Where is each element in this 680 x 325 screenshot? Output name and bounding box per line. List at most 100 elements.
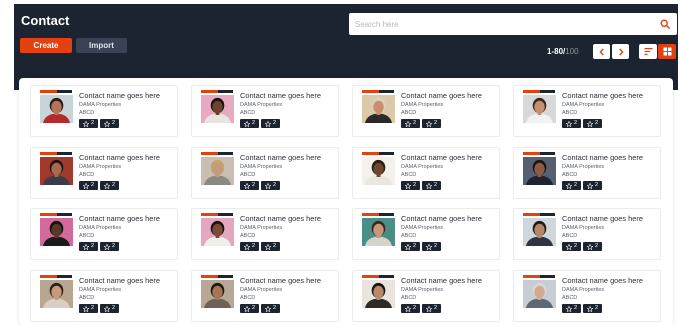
contact-name[interactable]: Contact name goes here: [401, 214, 482, 223]
contact-name[interactable]: Contact name goes here: [79, 153, 160, 162]
contact-avatar[interactable]: [362, 280, 395, 308]
contact-name[interactable]: Contact name goes here: [79, 91, 160, 100]
favorite-badge[interactable]: 2: [583, 119, 602, 128]
contact-name[interactable]: Contact name goes here: [79, 276, 160, 285]
contact-card[interactable]: Contact name goes here DAMA Properties ABC…: [352, 85, 500, 137]
rating-badge[interactable]: 2: [240, 181, 259, 190]
contact-name[interactable]: Contact name goes here: [562, 153, 643, 162]
contact-avatar[interactable]: [40, 218, 73, 246]
favorite-badge[interactable]: 2: [100, 119, 119, 128]
rating-badge[interactable]: 2: [401, 119, 420, 128]
grid-view-button[interactable]: [658, 44, 676, 59]
search-icon[interactable]: [660, 19, 670, 29]
favorite-count: 2: [272, 243, 277, 249]
favorite-count: 2: [594, 243, 599, 249]
contact-card[interactable]: Contact name goes here DAMA Properties ABC…: [513, 147, 661, 199]
favorite-badge[interactable]: 2: [261, 119, 280, 128]
contact-company: DAMA Properties: [401, 287, 444, 293]
favorite-badge[interactable]: 2: [100, 242, 119, 251]
contact-avatar[interactable]: [201, 280, 234, 308]
contact-avatar[interactable]: [362, 95, 395, 123]
contact-avatar[interactable]: [40, 95, 73, 123]
contact-name[interactable]: Contact name goes here: [401, 276, 482, 285]
favorite-badge[interactable]: 2: [100, 181, 119, 190]
contact-avatar[interactable]: [523, 280, 556, 308]
rating-badge[interactable]: 2: [79, 119, 98, 128]
star-icon: [243, 305, 250, 312]
rating-badge[interactable]: 2: [240, 242, 259, 251]
import-button[interactable]: Import: [76, 38, 127, 53]
favorite-badge[interactable]: 2: [261, 304, 280, 313]
rating-badge[interactable]: 2: [401, 304, 420, 313]
contact-name[interactable]: Contact name goes here: [562, 91, 643, 100]
contact-name[interactable]: Contact name goes here: [240, 276, 321, 285]
contact-card[interactable]: Contact name goes here DAMA Properties ABC…: [352, 208, 500, 260]
person-photo: [362, 157, 395, 185]
rating-badge[interactable]: 2: [562, 242, 581, 251]
contact-name[interactable]: Contact name goes here: [562, 276, 643, 285]
contact-avatar[interactable]: [362, 157, 395, 185]
contact-name[interactable]: Contact name goes here: [401, 153, 482, 162]
grid-icon: [663, 47, 671, 56]
favorite-badge[interactable]: 2: [583, 304, 602, 313]
favorite-badge[interactable]: 2: [422, 181, 441, 190]
rating-badge[interactable]: 2: [79, 181, 98, 190]
contact-card[interactable]: Contact name goes here DAMA Properties ABC…: [513, 85, 661, 137]
next-page-button[interactable]: [612, 44, 629, 59]
search-input[interactable]: [355, 16, 645, 32]
contact-name[interactable]: Contact name goes here: [240, 91, 321, 100]
pager-range: 1-80/: [547, 47, 566, 56]
contact-avatar[interactable]: [201, 157, 234, 185]
rating-badge[interactable]: 2: [562, 304, 581, 313]
contact-card[interactable]: Contact name goes here DAMA Properties ABC…: [513, 270, 661, 322]
contact-avatar[interactable]: [40, 157, 73, 185]
favorite-badge[interactable]: 2: [583, 181, 602, 190]
contact-avatar[interactable]: [201, 218, 234, 246]
contact-card[interactable]: Contact name goes here DAMA Properties ABC…: [191, 85, 339, 137]
contact-card[interactable]: Contact name goes here DAMA Properties ABC…: [30, 270, 178, 322]
favorite-badge[interactable]: 2: [422, 242, 441, 251]
contact-avatar[interactable]: [523, 95, 556, 123]
contact-card[interactable]: Contact name goes here DAMA Properties ABC…: [191, 147, 339, 199]
contact-card[interactable]: Contact name goes here DAMA Properties ABC…: [352, 270, 500, 322]
contact-card[interactable]: Contact name goes here DAMA Properties ABC…: [191, 270, 339, 322]
chevron-left-icon: [598, 48, 604, 55]
favorite-badge[interactable]: 2: [261, 181, 280, 190]
contact-avatar[interactable]: [523, 218, 556, 246]
contact-name[interactable]: Contact name goes here: [401, 91, 482, 100]
create-button[interactable]: Create: [20, 38, 72, 53]
contact-company: DAMA Properties: [401, 164, 444, 170]
list-view-button[interactable]: [639, 44, 657, 59]
contact-name[interactable]: Contact name goes here: [240, 153, 321, 162]
rating-badge[interactable]: 2: [401, 181, 420, 190]
rating-badge[interactable]: 2: [562, 119, 581, 128]
rating-badge[interactable]: 2: [240, 119, 259, 128]
favorite-badge[interactable]: 2: [422, 304, 441, 313]
contact-avatar[interactable]: [40, 280, 73, 308]
favorite-badge[interactable]: 2: [583, 242, 602, 251]
contact-card[interactable]: Contact name goes here DAMA Properties ABC…: [352, 147, 500, 199]
contact-name[interactable]: Contact name goes here: [79, 214, 160, 223]
contact-avatar[interactable]: [523, 157, 556, 185]
contact-avatar[interactable]: [362, 218, 395, 246]
contact-name[interactable]: Contact name goes here: [240, 214, 321, 223]
previous-page-button[interactable]: [593, 44, 610, 59]
contact-avatar[interactable]: [201, 95, 234, 123]
favorite-badge[interactable]: 2: [261, 242, 280, 251]
contact-company: DAMA Properties: [401, 102, 444, 108]
contact-card[interactable]: Contact name goes here DAMA Properties ABC…: [513, 208, 661, 260]
contact-card[interactable]: Contact name goes here DAMA Properties ABC…: [30, 85, 178, 137]
rating-badge[interactable]: 2: [79, 304, 98, 313]
contact-card[interactable]: Contact name goes here DAMA Properties ABC…: [30, 208, 178, 260]
contact-name[interactable]: Contact name goes here: [562, 214, 643, 223]
rating-badge[interactable]: 2: [240, 304, 259, 313]
favorite-badge[interactable]: 2: [422, 119, 441, 128]
rating-badge[interactable]: 2: [401, 242, 420, 251]
rating-badge[interactable]: 2: [562, 181, 581, 190]
favorite-badge[interactable]: 2: [100, 304, 119, 313]
star-outline-icon: [103, 305, 110, 312]
star-outline-icon: [264, 120, 271, 127]
contact-card[interactable]: Contact name goes here DAMA Properties ABC…: [30, 147, 178, 199]
rating-badge[interactable]: 2: [79, 242, 98, 251]
contact-card[interactable]: Contact name goes here DAMA Properties ABC…: [191, 208, 339, 260]
